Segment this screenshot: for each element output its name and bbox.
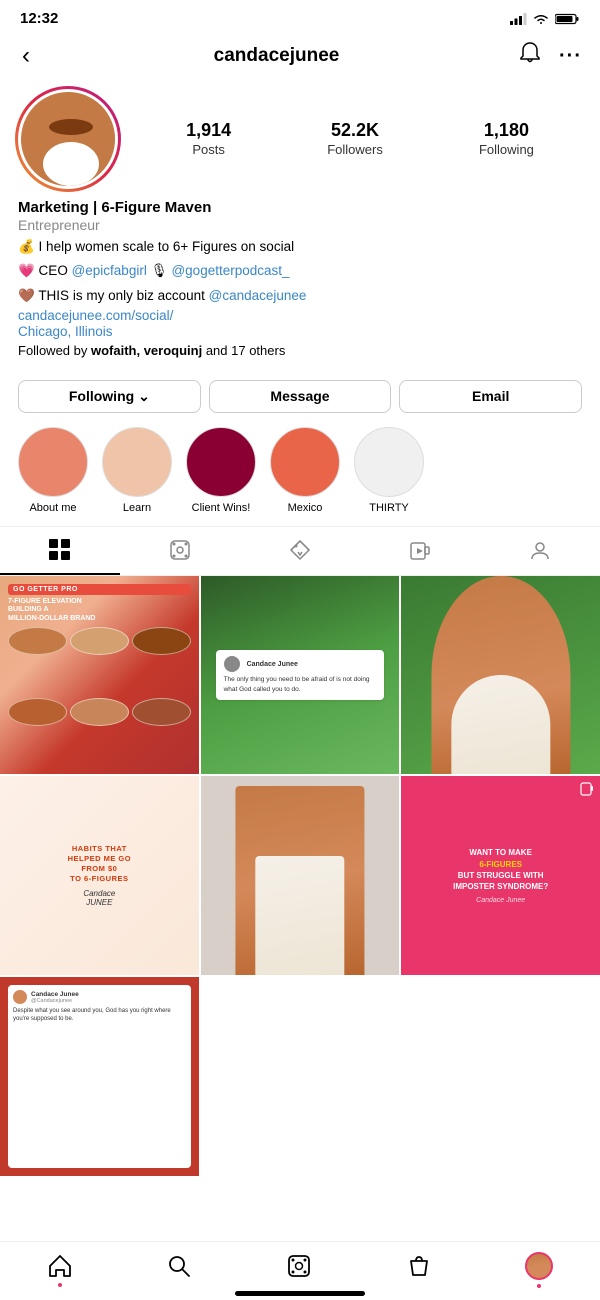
message-button[interactable]: Message bbox=[209, 380, 392, 413]
nav-reels[interactable] bbox=[286, 1253, 312, 1279]
home-icon bbox=[47, 1253, 73, 1279]
followers-stat[interactable]: 52.2K Followers bbox=[327, 120, 383, 159]
photo-grid: go getter pro 7-Figure ElevationBuilding… bbox=[0, 576, 600, 1176]
nav-search[interactable] bbox=[166, 1253, 192, 1279]
tab-grid[interactable] bbox=[0, 527, 120, 575]
more-options-icon[interactable]: ··· bbox=[559, 45, 582, 68]
bio-link[interactable]: candacejunee.com/social/ bbox=[18, 308, 582, 323]
highlight-client-wins[interactable]: Client Wins! bbox=[186, 427, 256, 514]
mention-epicfabgirl[interactable]: @epicfabgirl bbox=[72, 263, 147, 278]
nav-home[interactable] bbox=[47, 1253, 73, 1279]
grid-post-7[interactable]: Candace Junee @Candacejunee Despite what… bbox=[0, 977, 199, 1176]
back-button[interactable]: ‹ bbox=[18, 42, 34, 70]
nav-action-icons: ··· bbox=[519, 41, 582, 71]
search-icon bbox=[166, 1253, 192, 1279]
highlight-about-me[interactable]: About me bbox=[18, 427, 88, 514]
grid-post-2[interactable]: Candace Junee The only thing you need to… bbox=[201, 576, 400, 775]
home-indicator bbox=[235, 1291, 365, 1296]
bio-name: Marketing | 6-Figure Maven bbox=[18, 199, 582, 216]
status-bar: 12:32 bbox=[0, 0, 600, 33]
bio-followed-by: Followed by wofaith, veroquinj and 17 ot… bbox=[18, 343, 582, 358]
bio-line3: 🤎 THIS is my only biz account @candaceju… bbox=[18, 286, 582, 306]
action-buttons: Following ⌄ Message Email bbox=[18, 380, 582, 413]
person-icon bbox=[529, 539, 551, 561]
nav-profile[interactable] bbox=[525, 1252, 553, 1280]
tab-reels[interactable] bbox=[120, 527, 240, 575]
grid-post-1[interactable]: go getter pro 7-Figure ElevationBuilding… bbox=[0, 576, 199, 775]
avatar[interactable] bbox=[18, 89, 118, 189]
bio-section: Marketing | 6-Figure Maven Entrepreneur … bbox=[18, 199, 582, 358]
highlight-mexico[interactable]: Mexico bbox=[270, 427, 340, 514]
mention-candace[interactable]: @candacejunee bbox=[209, 288, 307, 303]
profile-section: 1,914 Posts 52.2K Followers 1,180 Follow… bbox=[0, 79, 600, 368]
grid-icon bbox=[49, 539, 71, 561]
tab-tagged[interactable] bbox=[240, 527, 360, 575]
notification-icon[interactable] bbox=[519, 41, 541, 71]
status-icons bbox=[510, 13, 580, 25]
following-stat[interactable]: 1,180 Following bbox=[479, 120, 534, 159]
status-time: 12:32 bbox=[20, 10, 58, 27]
nav-bar: ‹ candacejunee ··· bbox=[0, 33, 600, 79]
bio-line2: 💗 CEO @epicfabgirl 🎙 @gogetterpodcast_ bbox=[18, 261, 582, 281]
nav-shop[interactable] bbox=[406, 1253, 432, 1279]
email-button[interactable]: Email bbox=[399, 380, 582, 413]
profile-top: 1,914 Posts 52.2K Followers 1,180 Follow… bbox=[18, 89, 582, 189]
signal-icon bbox=[510, 13, 527, 25]
reels-badge-icon bbox=[580, 782, 594, 799]
mention-gogetter[interactable]: @gogetterpodcast_ bbox=[171, 263, 289, 278]
reels-icon bbox=[169, 539, 191, 561]
tagged-icon bbox=[289, 539, 311, 561]
grid-post-6[interactable]: WANT TO MAKE6-FIGURESBUT STRUGGLE WITHIM… bbox=[401, 776, 600, 975]
battery-icon bbox=[555, 13, 580, 25]
bio-location: Chicago, Illinois bbox=[18, 324, 582, 339]
tab-profile[interactable] bbox=[480, 527, 600, 575]
grid-post-5[interactable] bbox=[201, 776, 400, 975]
highlight-thirty[interactable]: THIRTY bbox=[354, 427, 424, 514]
shop-icon bbox=[406, 1253, 432, 1279]
wifi-icon bbox=[533, 13, 549, 25]
reels-nav-icon bbox=[286, 1253, 312, 1279]
content-tabs bbox=[0, 526, 600, 576]
stats-row: 1,914 Posts 52.2K Followers 1,180 Follow… bbox=[138, 120, 582, 159]
highlight-learn[interactable]: Learn bbox=[102, 427, 172, 514]
tab-igtv[interactable] bbox=[360, 527, 480, 575]
profile-username: candacejunee bbox=[214, 45, 340, 67]
posts-stat[interactable]: 1,914 Posts bbox=[186, 120, 231, 159]
grid-post-4[interactable]: HABITS THATHELPED ME GOFROM $0TO 6-FIGUR… bbox=[0, 776, 199, 975]
following-button[interactable]: Following ⌄ bbox=[18, 380, 201, 413]
igtv-icon bbox=[409, 539, 431, 561]
bio-title: Entrepreneur bbox=[18, 217, 582, 233]
bio-line1: 💰 I help women scale to 6+ Figures on so… bbox=[18, 237, 582, 257]
grid-post-3[interactable] bbox=[401, 576, 600, 775]
highlights-row: About me Learn Client Wins! Mexico THIRT… bbox=[0, 413, 600, 522]
